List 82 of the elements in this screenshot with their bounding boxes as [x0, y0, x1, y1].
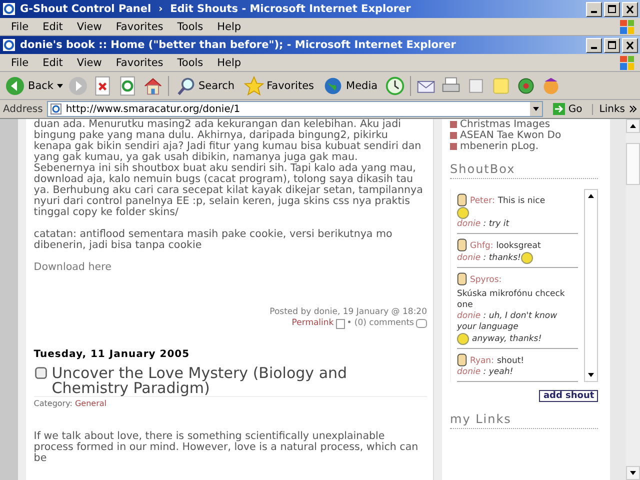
category-link[interactable]: General: [74, 399, 107, 408]
download-link[interactable]: Download here: [34, 262, 427, 273]
add-shout-button[interactable]: add shout: [539, 390, 598, 402]
close-icon[interactable]: [622, 38, 638, 52]
window-title: G-Shout Control Panel › Edit Shouts - Microsoft Internet Explorer: [20, 3, 412, 15]
shout-message: This is nice: [498, 196, 546, 207]
reply-text: donie : thanks!: [457, 252, 521, 264]
menu-item[interactable]: Tools: [170, 56, 210, 68]
minimize-icon[interactable]: [586, 38, 602, 52]
shout-message: shout!: [496, 356, 524, 368]
menu-item[interactable]: Favorites: [108, 56, 170, 68]
avatar-icon: [457, 272, 467, 286]
menu-item[interactable]: Help: [210, 56, 248, 68]
browser-icon: [2, 2, 16, 16]
reply-text: donie : try it: [457, 219, 510, 230]
menu-item[interactable]: View: [70, 56, 109, 68]
dropdown-icon[interactable]: [530, 102, 542, 116]
scrollbar[interactable]: [584, 189, 598, 382]
sidebar-link[interactable]: Christmas Images: [460, 119, 550, 130]
section-heading: my Links: [450, 412, 598, 430]
scrollbar[interactable]: [626, 119, 640, 480]
minimize-icon[interactable]: [586, 2, 602, 16]
post-title[interactable]: Uncover the Love Mystery (Biology and Chemistry Paradigm): [52, 366, 427, 396]
go-button[interactable]: Go: [547, 102, 588, 116]
speech-bubble-icon: [416, 319, 427, 328]
document-icon: [336, 318, 345, 328]
globe-icon: [323, 76, 344, 96]
reply-text: donie : yeah!: [457, 367, 514, 378]
page-icon: [48, 103, 62, 115]
menu-item[interactable]: Edit: [36, 20, 70, 32]
search-icon: [176, 76, 196, 96]
favorites-button[interactable]: Favorites: [242, 76, 316, 96]
stop-icon[interactable]: [92, 76, 112, 96]
media-button[interactable]: Media: [321, 76, 380, 96]
window-title: donie's book :: Home ("better than before"); - Microsoft Internet Explorer: [20, 39, 457, 51]
browser-icon: [2, 38, 16, 52]
home-icon[interactable]: [142, 76, 162, 96]
post-paragraph: catatan: antiflood sementara masih pake cookie, versi berikutnya mo dibenerin, jadi bisa tanpa cookie: [34, 229, 394, 251]
book-icon: [34, 366, 48, 380]
chevron-icon[interactable]: [629, 105, 637, 113]
menu-item[interactable]: File: [4, 20, 36, 32]
category-label: Category:: [34, 399, 72, 408]
sidebar-link[interactable]: ASEAN Tae Kwon Do: [460, 130, 562, 141]
address-label: Address: [3, 104, 43, 114]
post-paragraph: duan ada. Menurutku masing2 ada kekurangan dan kelebihan. Aku jadi bingung pake yang mana dulu. Akhirnya, daripada bingung2, pikirku kenapa gak bikin sendiri aja? Jadi fitur yang kumau bisa kubuat sendiri dan yang gak kumau, ya gak usah dibikin, namanya juga gak mau. Sebenernya ini sih shoutbox buat aku sendiri sih. Tapi kalo ada yang mau, download aja, kalo nemuin bugs (cacat program), tolong saya dikasih tau ya. Berhubung aku cari cara secepat kilat kayak dikejar setan, tampilannya nyuri dari control panelnya EE :p, selain keren, juga skins css nya praktis tinggal copy ke folder skins/: [34, 119, 424, 218]
post-meta: Posted by donie, 19 January @ 18:20: [270, 307, 427, 318]
sidebar-link[interactable]: mbenerin pLog.: [460, 141, 539, 152]
shout-message: Skúska mikrofónu chceck one: [457, 289, 566, 312]
menu-item[interactable]: View: [70, 20, 109, 32]
shout-author: Peter:: [470, 196, 495, 207]
menu-item[interactable]: Help: [210, 20, 248, 32]
menu-item[interactable]: Tools: [170, 20, 210, 32]
avatar-icon: [457, 238, 467, 252]
post-paragraph: If we talk about love, there is something scientifically unexplainable process formed in our mind. However, love is a natural process, which can be: [34, 431, 420, 464]
shout-author: Ryan:: [470, 356, 494, 368]
menu-item[interactable]: Edit: [36, 56, 70, 68]
star-icon: [244, 76, 264, 96]
menu-item[interactable]: Favorites: [108, 20, 170, 32]
windows-logo-icon: [620, 56, 634, 70]
back-button[interactable]: Back: [3, 76, 56, 96]
permalink-link[interactable]: Permalink: [292, 318, 334, 329]
menu-item[interactable]: File: [4, 56, 36, 68]
address-field[interactable]: http://www.smaracatur.org/donie/1: [46, 101, 544, 117]
arrow-icon: [553, 103, 566, 115]
refresh-icon[interactable]: [118, 76, 138, 96]
links-button[interactable]: Links: [592, 104, 625, 114]
close-icon[interactable]: [622, 2, 638, 16]
restore-icon[interactable]: [604, 38, 620, 52]
section-heading: ShoutBox: [450, 162, 598, 179]
dropdown-caret-icon[interactable]: [56, 84, 62, 88]
shout-author: Ghfg:: [470, 241, 494, 252]
restore-icon[interactable]: [604, 2, 620, 16]
avatar-icon: [457, 353, 467, 368]
shout-message: looksgreat: [496, 241, 541, 252]
windows-logo-icon: [620, 20, 634, 34]
shout-author: Spyros:: [470, 275, 502, 286]
avatar-icon: [457, 193, 467, 207]
history-icon[interactable]: [384, 76, 405, 96]
reply-text: anyway, thanks!: [472, 334, 542, 345]
post-date: Tuesday, 11 January 2005: [34, 349, 191, 360]
comments-link[interactable]: • (0) comments: [346, 318, 414, 329]
search-button[interactable]: Search: [174, 76, 237, 96]
